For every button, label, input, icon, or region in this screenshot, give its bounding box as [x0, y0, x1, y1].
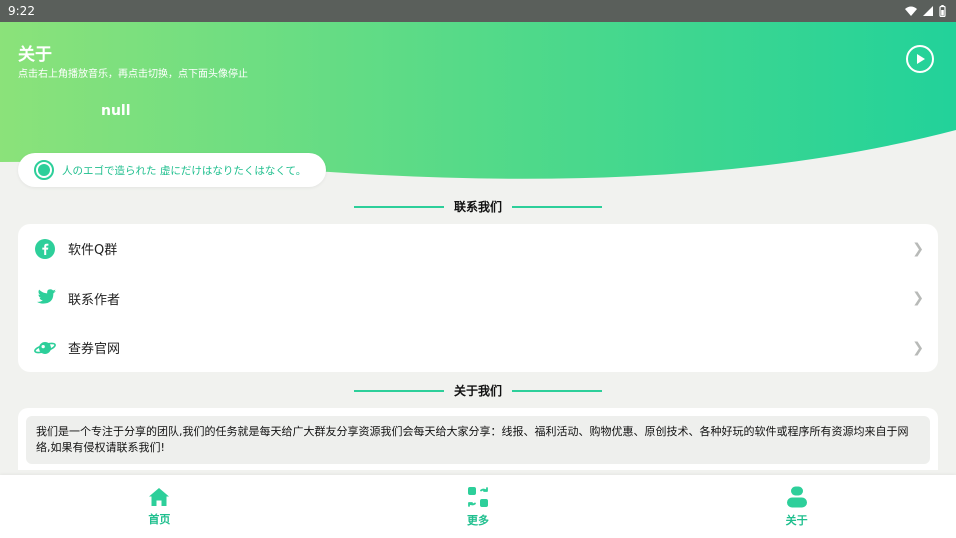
twitter-icon [34, 287, 56, 309]
nav-home-label: 首页 [148, 512, 171, 526]
nav-more-label: 更多 [467, 513, 489, 527]
status-icons [905, 5, 946, 17]
bottom-nav: 首页 更多 关于 [0, 475, 956, 538]
nav-about[interactable]: 关于 [637, 475, 956, 538]
quote-text: 人のエゴで造られた 虚にだけはなりたくはなくて。 [62, 164, 307, 177]
contact-item-qq-group[interactable]: 软件Q群 ❯ [18, 224, 938, 274]
play-music-button[interactable] [906, 45, 934, 73]
more-icon [468, 486, 488, 507]
contact-item-website[interactable]: 查券官网 ❯ [18, 323, 938, 373]
signal-icon [923, 6, 933, 16]
chevron-right-icon: ❯ [912, 240, 924, 257]
about-heading-label: 关于我们 [453, 384, 502, 398]
status-bar: 9:22 [0, 0, 956, 22]
contact-section-heading: 联系我们 [0, 198, 956, 215]
nav-home[interactable]: 首页 [0, 475, 319, 538]
divider-line [353, 389, 444, 392]
facebook-icon [34, 238, 56, 260]
page-subtitle: 点击右上角播放音乐，再点击切换，点下面头像停止 [18, 69, 248, 80]
contact-list: 软件Q群 ❯ 联系作者 ❯ 查券官网 ❯ [18, 224, 938, 372]
play-icon [917, 54, 925, 64]
page-title: 关于 [18, 45, 52, 65]
quote-dot-icon [34, 160, 54, 180]
divider-line [512, 205, 602, 208]
nav-more[interactable]: 更多 [319, 475, 638, 538]
divider-line [353, 205, 444, 208]
divider-line [512, 389, 602, 392]
contact-item-label: 联系作者 [68, 292, 121, 308]
contact-item-label: 查券官网 [68, 342, 121, 358]
wifi-icon [905, 6, 917, 16]
contact-item-author[interactable]: 联系作者 ❯ [18, 274, 938, 324]
user-name[interactable]: null [101, 103, 131, 119]
chevron-right-icon: ❯ [912, 339, 924, 356]
about-card: 我们是一个专注于分享的团队,我们的任务就是每天给广大群友分享资源我们会每天给大家… [18, 408, 938, 470]
home-icon [149, 487, 170, 506]
status-time: 9:22 [8, 4, 35, 18]
quote-banner: 人のエゴで造られた 虚にだけはなりたくはなくて。 [18, 153, 326, 187]
planet-icon [34, 337, 56, 359]
chevron-right-icon: ❯ [912, 290, 924, 307]
about-section-heading: 关于我们 [0, 382, 956, 399]
battery-icon [939, 5, 946, 17]
contact-heading-label: 联系我们 [453, 200, 502, 214]
about-text: 我们是一个专注于分享的团队,我们的任务就是每天给广大群友分享资源我们会每天给大家… [26, 416, 930, 464]
contact-item-label: 软件Q群 [68, 243, 118, 259]
user-icon [786, 486, 807, 507]
nav-about-label: 关于 [785, 513, 808, 527]
